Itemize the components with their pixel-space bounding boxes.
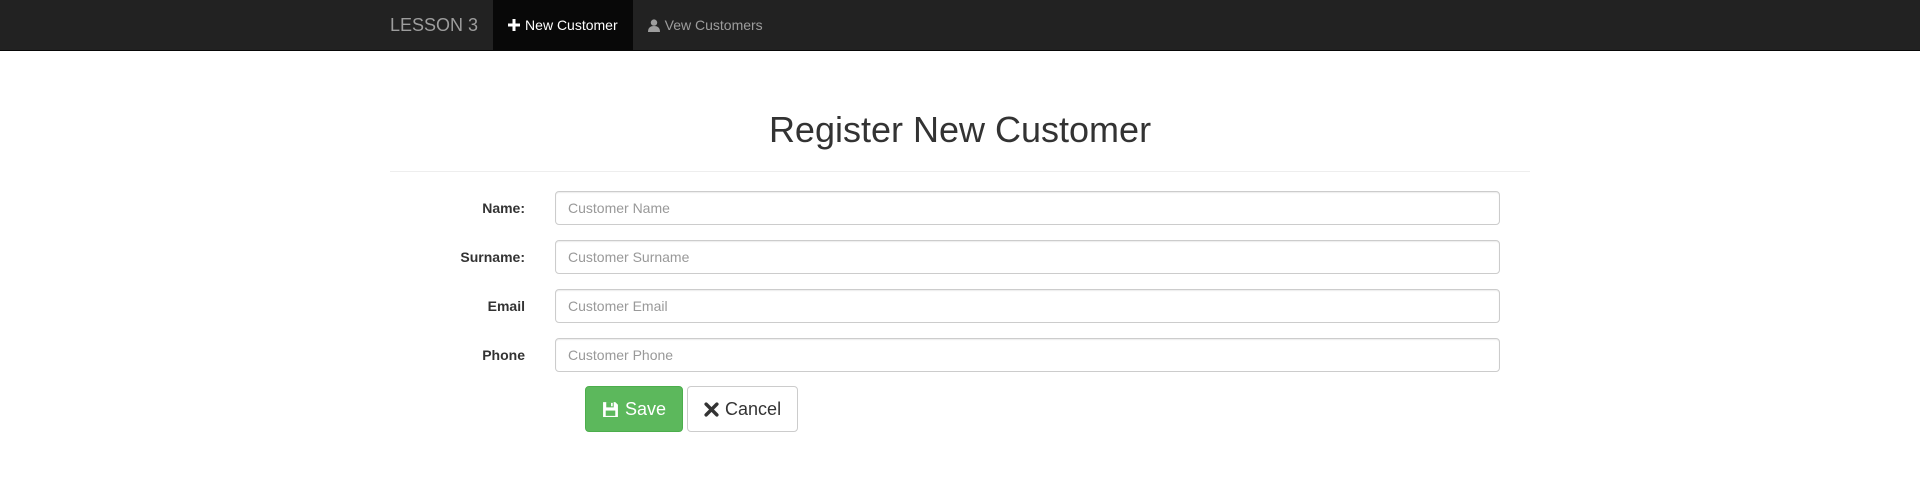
form-row-phone: Phone: [390, 338, 1530, 372]
main-container: Register New Customer Name: Surname: Ema…: [390, 50, 1530, 432]
name-label: Name:: [482, 200, 525, 216]
close-icon: [704, 401, 719, 417]
email-input[interactable]: [555, 289, 1500, 323]
navbar-inner: LESSON 3 New Customer Vew Customers: [375, 0, 778, 50]
nav-item-view-customers[interactable]: Vew Customers: [633, 0, 778, 50]
nav-item-new-customer[interactable]: New Customer: [493, 0, 633, 50]
surname-label: Surname:: [460, 249, 525, 265]
save-button[interactable]: Save: [585, 386, 684, 432]
nav-item-label: New Customer: [525, 17, 618, 33]
page-title: Register New Customer: [768, 109, 1152, 150]
phone-input[interactable]: [555, 338, 1500, 372]
user-icon: [647, 18, 660, 32]
navbar: LESSON 3 New Customer Vew Customers: [0, 0, 1920, 51]
form-row-surname: Surname:: [390, 240, 1530, 274]
navbar-brand[interactable]: LESSON 3: [375, 0, 493, 50]
form-actions: Save Cancel: [585, 386, 1530, 432]
floppy-disk-icon: [603, 401, 618, 417]
form-row-email: Email: [390, 289, 1530, 323]
form-row-name: Name:: [390, 191, 1530, 225]
name-input[interactable]: [555, 191, 1500, 225]
cancel-button[interactable]: Cancel: [687, 386, 799, 432]
nav-item-label: Vew Customers: [664, 17, 763, 33]
customer-form: Name: Surname: Email Phone Save: [390, 191, 1530, 432]
cancel-button-label: Cancel: [725, 398, 782, 419]
save-button-label: Save: [625, 398, 667, 419]
surname-input[interactable]: [555, 240, 1500, 274]
email-label: Email: [487, 298, 525, 314]
phone-label: Phone: [482, 347, 525, 363]
divider: [390, 171, 1530, 172]
plus-icon: [508, 19, 521, 31]
